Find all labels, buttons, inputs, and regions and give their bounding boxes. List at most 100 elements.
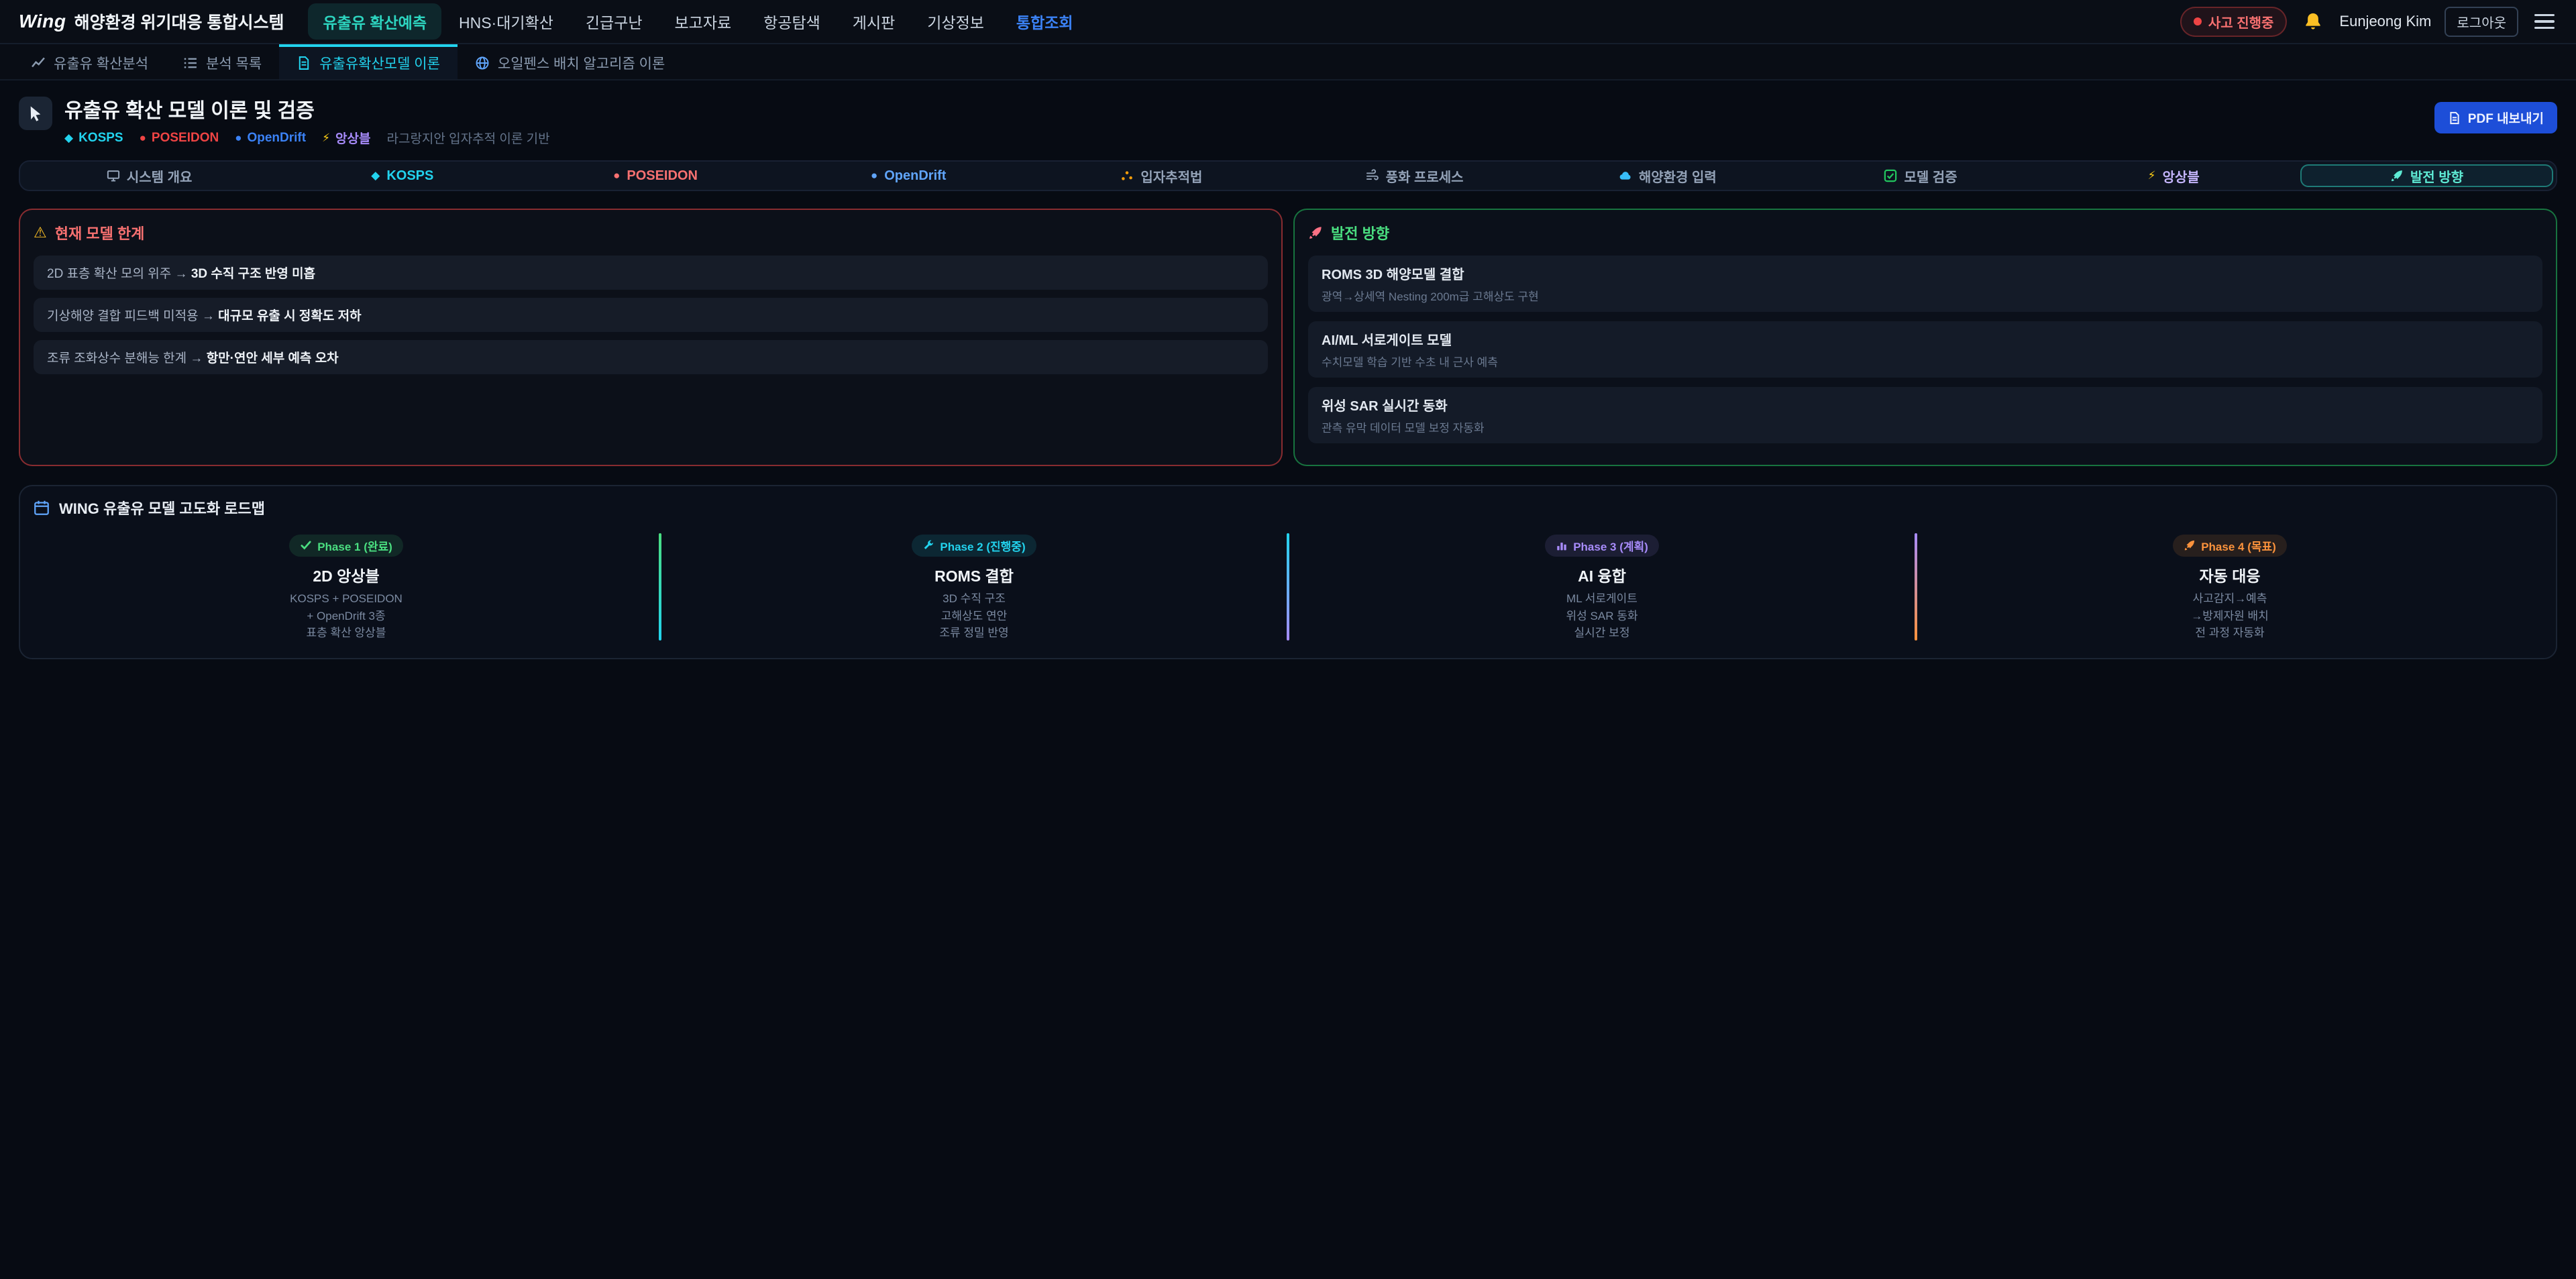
- cloud-icon: [1619, 169, 1632, 182]
- menu-icon[interactable]: [2532, 10, 2557, 34]
- incident-status-badge[interactable]: 사고 진행중: [2180, 7, 2288, 37]
- topbar: Wing 해양환경 위기대응 통합시스템 유출유 확산예측 HNS·대기확산 긴…: [0, 0, 2576, 44]
- main-nav: 유출유 확산예측 HNS·대기확산 긴급구난 보고자료 항공탐색 게시판 기상정…: [308, 3, 1087, 40]
- direction-item-desc: 광역→상세역 Nesting 200m급 고해상도 구현: [1322, 287, 2529, 304]
- nav-item-emergency-rescue[interactable]: 긴급구난: [571, 3, 657, 40]
- direction-item-desc: 수치모델 학습 기반 수초 내 근사 예측: [1322, 353, 2529, 370]
- page-title: 유출유 확산 모델 이론 및 검증: [64, 94, 550, 123]
- phase-2: Phase 2 (진행중) ROMS 결합 3D 수직 구조 고해상도 연안 조…: [661, 529, 1287, 645]
- directions-title: 발전 방향: [1331, 222, 1389, 243]
- section-tab-label: KOSPS: [386, 168, 433, 184]
- roadmap-phases: Phase 1 (완료) 2D 앙상블 KOSPS + POSEIDON + O…: [34, 529, 2542, 645]
- phase-badge-label: Phase 4 (목표): [2201, 537, 2276, 554]
- section-tab-weathering[interactable]: 풍화 프로세스: [1288, 164, 1541, 187]
- limitations-title: 현재 모델 한계: [55, 222, 145, 243]
- section-tab-label: 앙상블: [2163, 166, 2200, 186]
- badge-poseidon: ● POSEIDON: [140, 131, 219, 146]
- nav-item-hns-air-dispersion[interactable]: HNS·대기확산: [444, 3, 568, 40]
- cursor-icon: [19, 97, 52, 130]
- phase-line: KOSPS + POSEIDON: [44, 590, 648, 608]
- section-tab-label: 발전 방향: [2410, 166, 2463, 186]
- logout-button[interactable]: 로그아웃: [2445, 7, 2518, 37]
- direction-item: AI/ML 서로게이트 모델 수치모델 학습 기반 수초 내 근사 예측: [1308, 321, 2542, 378]
- section-tab-ensemble[interactable]: ⚡ 앙상블: [2047, 164, 2300, 187]
- tab-spill-analysis[interactable]: 유출유 확산분석: [13, 44, 166, 79]
- tab-label: 분석 목록: [206, 53, 262, 73]
- tab-label: 오일펜스 배치 알고리즘 이론: [498, 53, 665, 73]
- check-icon: [300, 539, 312, 551]
- tab-model-theory[interactable]: 유출유확산모델 이론: [279, 44, 458, 79]
- chart-line-icon: [31, 56, 46, 70]
- monitor-icon: [107, 169, 120, 182]
- pdf-export-button[interactable]: PDF 내보내기: [2434, 102, 2557, 133]
- phase-badge-label: Phase 1 (완료): [317, 537, 392, 554]
- dot-marker-icon: ●: [871, 169, 877, 182]
- phase-3: Phase 3 (계획) AI 융합 ML 서로게이트 위성 SAR 동화 실시…: [1289, 529, 1915, 645]
- wing-logo: Wing: [19, 11, 66, 32]
- warning-icon: ⚠: [34, 224, 47, 241]
- limitation-text: 2D 표층 확산 모의 위주 →: [47, 267, 191, 281]
- future-directions-panel: 발전 방향 ROMS 3D 해양모델 결합 광역→상세역 Nesting 200…: [1293, 209, 2557, 466]
- limitation-item: 2D 표층 확산 모의 위주 → 3D 수직 구조 반영 미흡: [34, 256, 1268, 290]
- section-tab-kosps[interactable]: ◆ KOSPS: [276, 164, 529, 187]
- wind-icon: [1366, 169, 1379, 182]
- rocket-icon: [2184, 539, 2196, 551]
- limitation-item: 조류 조화상수 분해능 한계 → 항만·연안 세부 예측 오차: [34, 340, 1268, 374]
- tab-analysis-list[interactable]: 분석 목록: [166, 44, 279, 79]
- nav-item-oil-spill-prediction[interactable]: 유출유 확산예측: [308, 3, 441, 40]
- page-header-text: 유출유 확산 모델 이론 및 검증 ◆ KOSPS ● POSEIDON ● O…: [64, 94, 550, 147]
- nav-item-board[interactable]: 게시판: [838, 3, 910, 40]
- section-tab-poseidon[interactable]: ● POSEIDON: [529, 164, 782, 187]
- diamond-marker-icon: ◆: [64, 131, 73, 145]
- limitations-title-row: ⚠ 현재 모델 한계: [34, 222, 1268, 243]
- phase-line: 조류 정밀 반영: [672, 624, 1276, 642]
- nav-item-weather-info[interactable]: 기상정보: [912, 3, 999, 40]
- limitation-strong-text: 대규모 유출 시 정확도 저하: [218, 309, 361, 323]
- section-tab-opendrift[interactable]: ● OpenDrift: [782, 164, 1035, 187]
- phase-badge-label: Phase 2 (진행중): [940, 537, 1025, 554]
- dot-marker-icon: ●: [140, 131, 146, 145]
- section-nav: 시스템 개요 ◆ KOSPS ● POSEIDON ● OpenDrift: [19, 160, 2557, 191]
- badge-label: KOSPS: [78, 131, 123, 146]
- phase-line: + OpenDrift 3종: [44, 608, 648, 625]
- nav-item-reports[interactable]: 보고자료: [660, 3, 747, 40]
- document-icon: [297, 56, 311, 70]
- phase-line: 실시간 보정: [1300, 624, 1904, 642]
- direction-item-title: AI/ML 서로게이트 모델: [1322, 329, 2529, 349]
- phase-line: 3D 수직 구조: [672, 590, 1276, 608]
- section-tab-label: 시스템 개요: [127, 166, 193, 186]
- section-tab-particle-tracking[interactable]: 입자추적법: [1035, 164, 1288, 187]
- bar-chart-icon: [1556, 539, 1568, 551]
- rocket-icon: [1308, 225, 1323, 240]
- nav-item-air-search[interactable]: 항공탐색: [749, 3, 835, 40]
- section-tab-ocean-input[interactable]: 해양환경 입력: [1541, 164, 1794, 187]
- pdf-document-icon: [2448, 111, 2461, 125]
- app-title: 해양환경 위기대응 통합시스템: [74, 9, 284, 34]
- section-tab-overview[interactable]: 시스템 개요: [23, 164, 276, 187]
- phase-title: AI 융합: [1300, 563, 1904, 586]
- dot-marker-icon: ●: [613, 169, 620, 182]
- check-square-icon: [1884, 169, 1897, 182]
- section-tab-label: 입자추적법: [1140, 166, 1202, 186]
- phase-line: 전 과정 자동화: [1928, 624, 2532, 642]
- main-content: 유출유 확산 모델 이론 및 검증 ◆ KOSPS ● POSEIDON ● O…: [0, 80, 2576, 659]
- limitation-strong-text: 항만·연안 세부 예측 오차: [207, 351, 339, 366]
- roadmap-title-row: WING 유출유 모델 고도화 로드맵: [34, 497, 2542, 518]
- directions-title-row: 발전 방향: [1308, 222, 2542, 243]
- direction-item-desc: 관측 유막 데이터 모델 보정 자동화: [1322, 419, 2529, 435]
- tab-boom-algorithm[interactable]: 오일펜스 배치 알고리즘 이론: [458, 44, 682, 79]
- section-tab-validation[interactable]: 모델 검증: [1794, 164, 2047, 187]
- phase-4: Phase 4 (목표) 자동 대응 사고감지→예측 →방제자원 배치 전 과정…: [1917, 529, 2542, 645]
- roadmap-panel: WING 유출유 모델 고도화 로드맵 Phase 1 (완료) 2D 앙상블 …: [19, 485, 2557, 659]
- diamond-marker-icon: ◆: [371, 169, 380, 182]
- current-limitations-panel: ⚠ 현재 모델 한계 2D 표층 확산 모의 위주 → 3D 수직 구조 반영 …: [19, 209, 1283, 466]
- lightning-icon: ⚡: [2148, 169, 2156, 182]
- section-tab-future-direction[interactable]: 발전 방향: [2300, 164, 2553, 187]
- phase-line: 사고감지→예측: [1928, 590, 2532, 608]
- notification-bell-icon[interactable]: [2300, 9, 2326, 34]
- globe-icon: [475, 56, 490, 70]
- page-subtitle: 라그랑지안 입자추적 이론 기반: [386, 129, 549, 147]
- model-badge-row: ◆ KOSPS ● POSEIDON ● OpenDrift ⚡ 앙상블: [64, 129, 550, 147]
- nav-item-integrated-search[interactable]: 통합조회: [1002, 3, 1088, 40]
- phase-title: 2D 앙상블: [44, 563, 648, 586]
